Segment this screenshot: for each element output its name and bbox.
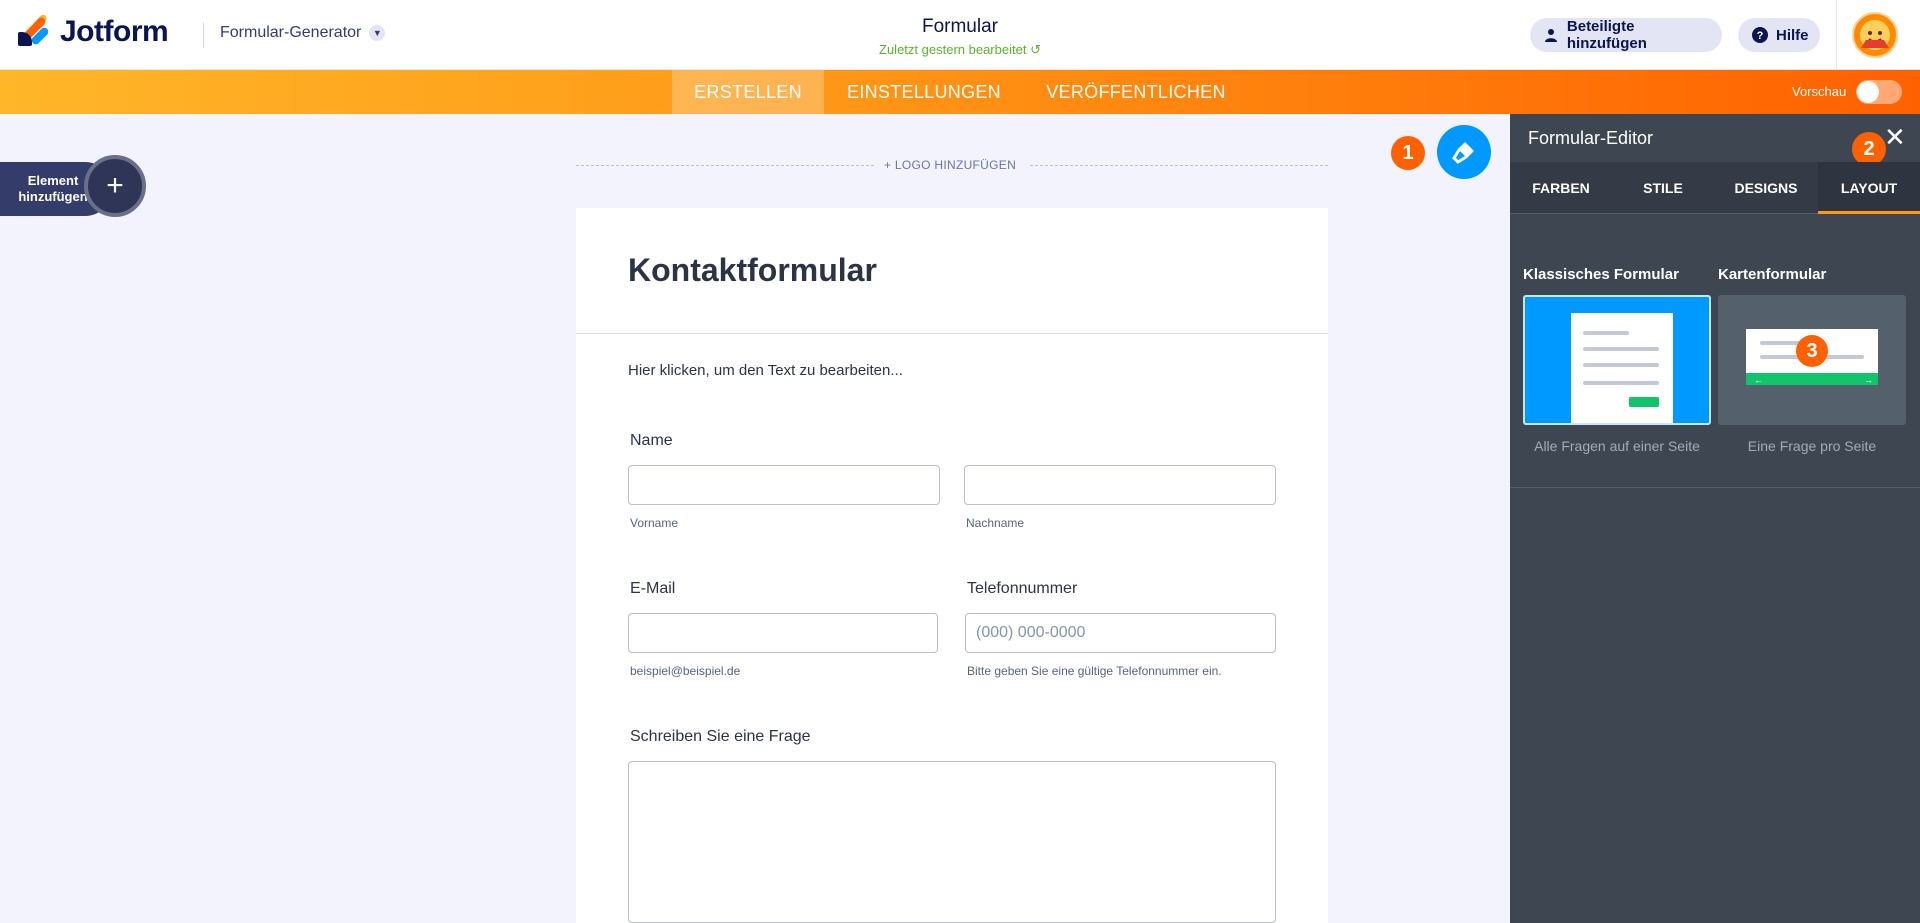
help-label: Hilfe — [1776, 26, 1809, 44]
add-element-label: Element hinzufügen — [18, 173, 88, 204]
form-designer-button[interactable] — [1437, 125, 1491, 179]
help-button[interactable]: ? Hilfe — [1738, 18, 1820, 52]
svg-text:→: → — [1864, 375, 1873, 385]
builder-menu-dropdown[interactable]: Formular-Generator ▼ — [220, 24, 386, 42]
card-form-caption: Eine Frage pro Seite — [1747, 438, 1877, 454]
builder-nav-bar: ERSTELLEN EINSTELLUNGEN VERÖFFENTLICHEN … — [0, 70, 1920, 114]
preview-toggle[interactable] — [1856, 80, 1902, 104]
panel-tabs: FARBEN STILE DESIGNS LAYOUT — [1510, 162, 1920, 214]
name-label: Name — [630, 432, 673, 449]
last-name-input[interactable] — [964, 465, 1276, 505]
top-header: Jotform Formular-Generator ▼ Formular Zu… — [0, 0, 1920, 70]
tab-designs[interactable]: DESIGNS — [1715, 162, 1817, 214]
builder-menu-label: Formular-Generator — [220, 24, 362, 41]
first-name-sublabel: Vorname — [630, 516, 679, 530]
jotform-logo[interactable]: Jotform — [18, 13, 169, 50]
step-badge-3: 3 — [1796, 335, 1828, 367]
form-description[interactable]: Hier klicken, um den Text zu bearbeiten.… — [628, 362, 903, 379]
tab-erstellen[interactable]: ERSTELLEN — [672, 70, 824, 114]
classic-form-caption: Alle Fragen auf einer Seite — [1534, 438, 1700, 454]
panel-title: Formular-Editor — [1528, 128, 1654, 148]
step-badge-1: 1 — [1391, 136, 1425, 170]
avatar-face-icon — [1860, 20, 1890, 50]
last-name-sublabel: Nachname — [966, 516, 1025, 530]
add-element-button[interactable]: + — [84, 155, 146, 217]
tab-einstellungen[interactable]: EINSTELLUNGEN — [824, 70, 1024, 114]
add-logo-button[interactable]: + LOGO HINZUFÜGEN — [870, 158, 1030, 172]
card-form-title: Kartenformular — [1718, 266, 1827, 283]
svg-text:←: ← — [1754, 375, 1763, 385]
last-edited-text: Zuletzt gestern bearbeitet — [879, 42, 1027, 57]
help-icon: ? — [1752, 27, 1768, 43]
form-card: Kontaktformular Hier klicken, um den Tex… — [576, 208, 1328, 923]
phone-input[interactable]: (000) 000-0000 — [965, 613, 1276, 653]
user-avatar[interactable] — [1852, 12, 1898, 58]
preview-label: Vorschau — [1792, 84, 1847, 99]
tab-farben[interactable]: FARBEN — [1510, 162, 1612, 214]
question-label: Schreiben Sie eine Frage — [630, 728, 811, 745]
header-divider-right — [1836, 0, 1837, 70]
logo-text: Jotform — [60, 15, 169, 48]
email-label: E-Mail — [630, 580, 676, 597]
form-designer-panel: Formular-Editor ✕ 2 FARBEN STILE DESIGNS… — [1510, 114, 1920, 923]
classic-form-preview-icon — [1571, 313, 1673, 423]
chevron-down-icon: ▼ — [369, 25, 386, 41]
form-heading[interactable]: Kontaktformular — [628, 252, 877, 289]
plus-icon: + — [106, 169, 124, 202]
form-title[interactable]: Formular — [860, 16, 1060, 38]
close-icon[interactable]: ✕ — [1884, 124, 1906, 150]
history-icon: ↺ — [1030, 42, 1041, 57]
phone-label: Telefonnummer — [967, 580, 1078, 597]
logo-dashed-line-left — [576, 165, 874, 166]
logo-dashed-line-right — [1030, 165, 1328, 166]
add-collaborators-button[interactable]: Beteiligte hinzufügen — [1530, 18, 1722, 52]
jotform-logo-icon — [18, 13, 50, 50]
tab-layout[interactable]: LAYOUT — [1818, 162, 1920, 214]
tab-stile[interactable]: STILE — [1612, 162, 1714, 214]
classic-form-option[interactable] — [1523, 295, 1711, 425]
add-collaborators-label: Beteiligte hinzufügen — [1566, 18, 1647, 52]
classic-form-title: Klassisches Formular — [1523, 266, 1679, 283]
email-sublabel: beispiel@beispiel.de — [630, 664, 741, 678]
phone-sublabel: Bitte geben Sie eine gültige Telefonnumm… — [967, 664, 1222, 678]
tab-veroeffentlichen[interactable]: VERÖFFENTLICHEN — [1024, 70, 1248, 114]
step-badge-2: 2 — [1852, 132, 1886, 166]
first-name-input[interactable] — [628, 465, 940, 505]
form-header[interactable]: Kontaktformular — [576, 208, 1328, 334]
question-textarea[interactable] — [628, 761, 1276, 923]
email-input[interactable] — [628, 613, 938, 653]
user-icon — [1544, 27, 1559, 43]
paint-roller-icon — [1452, 142, 1474, 164]
svg-text:?: ? — [1757, 30, 1764, 42]
last-edited-status[interactable]: Zuletzt gestern bearbeitet ↺ — [820, 42, 1100, 58]
header-divider — [203, 22, 204, 48]
panel-divider — [1510, 487, 1920, 488]
